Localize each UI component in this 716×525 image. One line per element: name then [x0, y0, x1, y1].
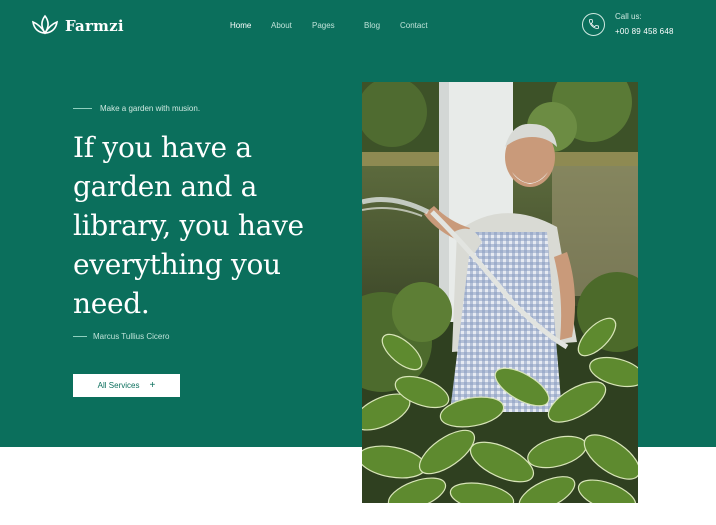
plus-icon: + [149, 379, 156, 391]
nav-item-home[interactable]: Home [230, 21, 251, 30]
headline-line: garden and a [73, 170, 258, 203]
all-services-label: All Services [97, 381, 140, 390]
gardener-photo-illustration [362, 82, 638, 503]
nav-item-pages[interactable]: Pages [312, 21, 335, 30]
headline-line: library, you have [73, 209, 304, 242]
all-services-button[interactable]: All Services + [73, 374, 180, 397]
headline-line: If you have a [73, 131, 252, 164]
headline-line: need. [73, 287, 150, 320]
phone-number[interactable]: +00 89 458 648 [615, 27, 674, 36]
tagline-dash [73, 108, 92, 109]
tagline-text: Make a garden with musion. [100, 104, 201, 113]
headline-line: everything you [73, 248, 281, 281]
tagline: Make a garden with musion. [73, 104, 200, 113]
phone-icon [582, 12, 605, 36]
hero-photo [362, 82, 638, 503]
quote-author: Marcus Tullius Cicero [73, 332, 169, 341]
hero-headline: If you have a garden and a library, you … [73, 128, 343, 323]
nav-item-contact[interactable]: Contact [400, 21, 428, 30]
nav-item-blog[interactable]: Blog [364, 21, 380, 30]
nav-item-about[interactable]: About [271, 21, 292, 30]
quote-dash [73, 336, 87, 337]
call-us[interactable]: Call us: +00 89 458 648 [582, 12, 674, 36]
call-label: Call us: [615, 12, 642, 21]
quote-author-name: Marcus Tullius Cicero [93, 332, 170, 341]
